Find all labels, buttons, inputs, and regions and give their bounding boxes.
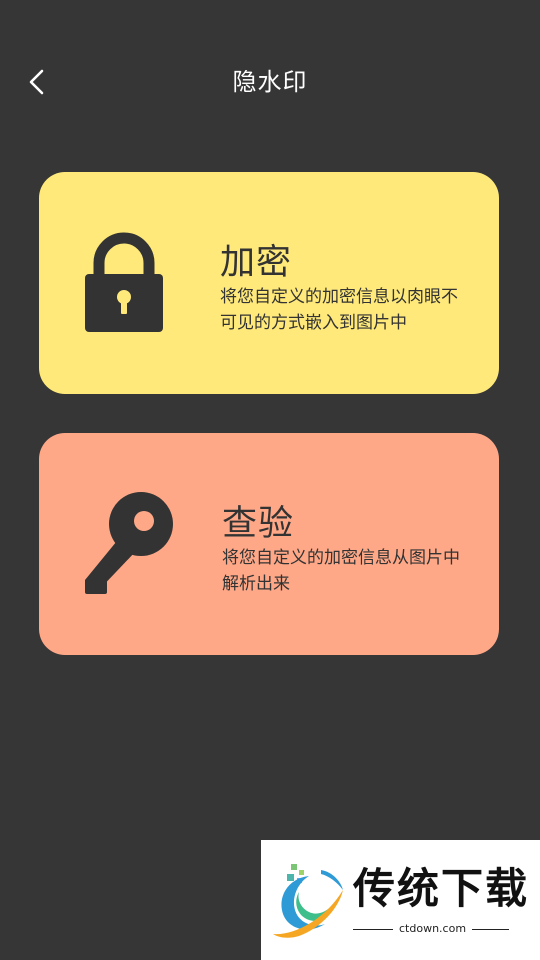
ctdown-logo-icon: [269, 862, 351, 942]
app-header: 隐水印: [0, 0, 540, 165]
key-icon: [81, 490, 177, 596]
lock-icon: [83, 230, 165, 334]
watermark-name: 传统下载: [353, 864, 530, 913]
verify-card[interactable]: 查验 将您自定义的加密信息从图片中解析出来: [39, 433, 499, 655]
encrypt-text: 加密 将您自定义的加密信息以肉眼不可见的方式嵌入到图片中: [220, 242, 470, 336]
verify-title: 查验: [222, 504, 295, 544]
encrypt-title: 加密: [220, 243, 293, 283]
verify-description: 将您自定义的加密信息从图片中解析出来: [222, 548, 460, 594]
encrypt-description: 将您自定义的加密信息以肉眼不可见的方式嵌入到图片中: [220, 287, 458, 333]
verify-text: 查验 将您自定义的加密信息从图片中解析出来: [222, 503, 472, 597]
encrypt-card[interactable]: 加密 将您自定义的加密信息以肉眼不可见的方式嵌入到图片中: [39, 172, 499, 394]
page-title: 隐水印: [232, 68, 308, 96]
ctdown-watermark: 传统下载 ctdown.com: [261, 840, 540, 960]
watermark-url: ctdown.com: [393, 921, 473, 937]
